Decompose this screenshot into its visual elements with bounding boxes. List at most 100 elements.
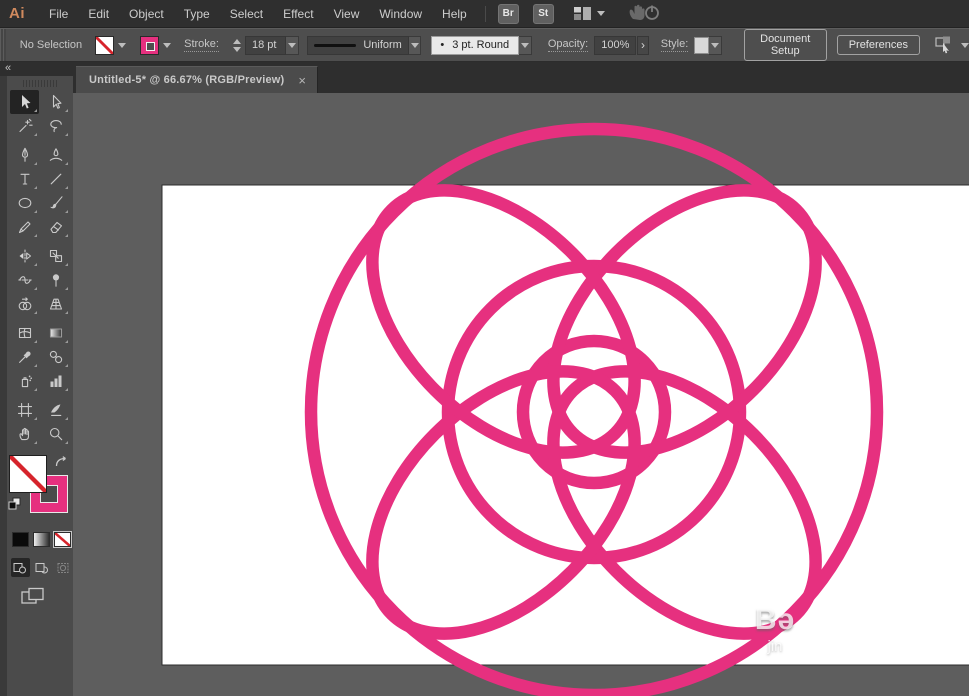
eraser-tool[interactable] (41, 215, 70, 239)
tool-row (7, 215, 73, 239)
blend-tool[interactable] (41, 345, 70, 369)
selection-tool[interactable] (10, 90, 39, 114)
ellipse-tool[interactable] (10, 191, 39, 215)
gradient-tool[interactable] (41, 321, 70, 345)
symbol-sprayer-tool[interactable] (10, 369, 39, 393)
selection-status: No Selection (20, 39, 82, 51)
tools-panel (7, 76, 73, 696)
direct-selection-tool[interactable] (41, 90, 70, 114)
fill-none-swatch[interactable] (95, 36, 114, 55)
menu-file[interactable]: File (39, 0, 78, 28)
workspace-chevron-icon[interactable] (597, 11, 605, 16)
width-profile-field[interactable]: Uniform (307, 36, 409, 55)
puppet-warp-tool[interactable] (41, 268, 70, 292)
tools-dock: « (0, 62, 73, 696)
pen-tool[interactable] (10, 143, 39, 167)
lasso-tool[interactable] (41, 114, 70, 138)
style-label[interactable]: Style: (661, 38, 689, 52)
line-segment-tool[interactable] (41, 167, 70, 191)
tool-grid (7, 90, 73, 446)
chevron-down-icon[interactable] (961, 43, 969, 48)
opacity-more-button[interactable]: › (637, 36, 648, 55)
gradient-button[interactable] (33, 532, 50, 547)
document-tab-title[interactable]: Untitled-5* @ 66.67% (RGB/Preview) (89, 74, 284, 86)
curvature-tool[interactable] (41, 143, 70, 167)
width-profile-dropdown[interactable] (409, 36, 422, 55)
color-button[interactable] (12, 532, 29, 547)
opacity-label[interactable]: Opacity: (548, 38, 588, 52)
magic-wand-tool[interactable] (10, 114, 39, 138)
none-button[interactable] (54, 532, 71, 547)
select-similar-control[interactable] (934, 36, 969, 54)
eyedropper-tool[interactable] (10, 345, 39, 369)
document-setup-button[interactable]: Document Setup (744, 29, 827, 61)
reflect-tool[interactable] (10, 244, 39, 268)
style-swatch[interactable] (694, 37, 709, 54)
collapse-panels-icon[interactable]: « (5, 62, 11, 74)
hand-tool[interactable] (10, 422, 39, 446)
brush-dropdown[interactable] (519, 36, 532, 55)
menubar-separator (485, 6, 486, 22)
style-dropdown[interactable] (709, 36, 722, 55)
stock-button[interactable]: St (533, 4, 554, 24)
zoom-tool[interactable] (41, 422, 70, 446)
artboard-tool[interactable] (10, 398, 39, 422)
canvas[interactable]: Bə jin (73, 93, 969, 696)
draw-normal-button[interactable] (11, 558, 30, 577)
tool-row (7, 244, 73, 268)
tab-close-icon[interactable]: × (298, 74, 306, 87)
stroke-swatch-control[interactable] (140, 36, 171, 55)
shaper-tool[interactable] (10, 215, 39, 239)
stroke-weight-field[interactable]: 18 pt (245, 36, 286, 55)
tool-row (7, 191, 73, 215)
stepper-up-icon[interactable] (233, 39, 241, 44)
screen-mode-button[interactable] (21, 587, 73, 612)
tools-panel-grip[interactable] (23, 80, 57, 87)
menu-object[interactable]: Object (119, 0, 174, 28)
width-profile-preview (314, 44, 356, 47)
mesh-tool[interactable] (10, 321, 39, 345)
tool-row (7, 369, 73, 393)
color-wells (7, 454, 73, 526)
swap-fill-stroke-icon[interactable] (54, 455, 69, 474)
stroke-weight-label[interactable]: Stroke: (184, 38, 219, 52)
width-tool[interactable] (10, 268, 39, 292)
stroke-chevron-icon[interactable] (163, 43, 171, 48)
tool-row (7, 268, 73, 292)
default-colors-icon[interactable] (8, 497, 21, 515)
menu-select[interactable]: Select (220, 0, 273, 28)
document-tab[interactable]: Untitled-5* @ 66.67% (RGB/Preview) × (76, 66, 318, 93)
menu-effect[interactable]: Effect (273, 0, 323, 28)
menu-type[interactable]: Type (174, 0, 220, 28)
scale-tool[interactable] (41, 244, 70, 268)
document-area: Untitled-5* @ 66.67% (RGB/Preview) × Bə … (73, 62, 969, 696)
opacity-field[interactable]: 100% (594, 36, 636, 55)
stroke-color-swatch[interactable] (140, 36, 159, 55)
perspective-grid-tool[interactable] (41, 292, 70, 316)
paintbrush-tool[interactable] (41, 191, 70, 215)
bridge-button[interactable]: Br (498, 4, 519, 24)
canvas-artwork[interactable] (73, 93, 969, 696)
brush-definition-field[interactable]: • 3 pt. Round (431, 36, 519, 55)
preferences-button[interactable]: Preferences (837, 35, 920, 55)
fill-swatch-control[interactable] (95, 36, 126, 55)
type-tool[interactable] (10, 167, 39, 191)
stroke-weight-dropdown[interactable] (286, 36, 299, 55)
shape-builder-tool[interactable] (10, 292, 39, 316)
menu-view[interactable]: View (324, 0, 370, 28)
menu-edit[interactable]: Edit (78, 0, 119, 28)
slice-tool[interactable] (41, 398, 70, 422)
stroke-weight-stepper[interactable] (233, 39, 241, 52)
menu-window[interactable]: Window (369, 0, 432, 28)
fill-color-well[interactable] (10, 456, 46, 492)
workspace-layout-icon[interactable] (574, 7, 591, 20)
stepper-down-icon[interactable] (233, 47, 241, 52)
collapse-panel-strip[interactable]: « (0, 62, 73, 76)
draw-behind-button[interactable] (33, 558, 52, 577)
fill-chevron-icon[interactable] (118, 43, 126, 48)
tool-row (7, 321, 73, 345)
controlbar-grip[interactable] (0, 29, 6, 61)
draw-inside-button[interactable] (54, 558, 73, 577)
column-graph-tool[interactable] (41, 369, 70, 393)
menu-help[interactable]: Help (432, 0, 477, 28)
